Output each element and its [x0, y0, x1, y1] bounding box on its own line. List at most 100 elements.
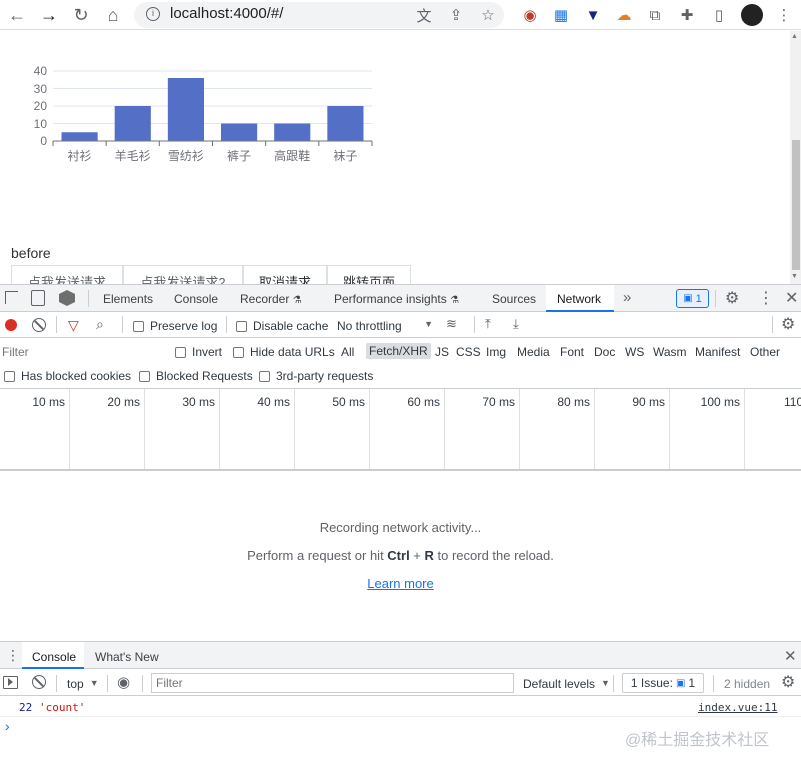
import-har-icon[interactable]: ⤒	[485, 316, 491, 332]
third-party-option[interactable]: 3rd-party requests	[259, 369, 373, 383]
type-filter-other[interactable]: Other	[750, 345, 780, 359]
console-sidebar-icon[interactable]	[3, 676, 18, 689]
type-filter-font[interactable]: Font	[560, 345, 584, 359]
tab-console[interactable]: Console	[174, 292, 218, 306]
settings-gear-icon[interactable]: ⚙	[725, 288, 739, 308]
bar-5[interactable]	[327, 106, 364, 141]
issues-badge[interactable]: ▣ 1	[676, 289, 709, 308]
console-settings-gear-icon[interactable]: ⚙	[781, 672, 795, 692]
extensions-puzzle-icon[interactable]: ✚	[677, 5, 697, 25]
network-settings-gear-icon[interactable]: ⚙	[781, 314, 795, 334]
extension-copy-icon[interactable]: ⧉	[645, 5, 665, 25]
invert-checkbox[interactable]	[175, 346, 186, 358]
console-issues-button[interactable]: 1 Issue: ▣ 1	[622, 673, 704, 693]
send-request-2-button[interactable]: 点我发送请求2	[123, 265, 243, 284]
extension-cloud-icon[interactable]: ☁	[614, 5, 634, 25]
network-conditions-wifi-icon[interactable]: ≋	[446, 316, 457, 332]
forward-arrow-icon[interactable]: →	[38, 4, 60, 26]
devtools-menu-icon[interactable]: ⋮	[758, 288, 774, 308]
translate-icon[interactable]: 文	[414, 5, 434, 25]
network-filter-input[interactable]	[0, 343, 162, 361]
inspect-element-icon[interactable]	[5, 291, 18, 304]
preserve-log-option[interactable]: Preserve log	[133, 319, 217, 333]
drawer-menu-icon[interactable]: ⋮	[6, 647, 20, 664]
scroll-up-icon[interactable]: ▲	[791, 33, 798, 40]
type-filter-doc[interactable]: Doc	[594, 345, 615, 359]
toolbar-separator	[122, 316, 123, 333]
close-drawer-icon[interactable]: ✕	[784, 647, 797, 665]
log-source-link[interactable]: index.vue:11	[698, 701, 777, 714]
log-levels-select[interactable]: Default levels ▼	[523, 677, 610, 691]
blocked-requests-checkbox[interactable]	[139, 370, 150, 382]
type-filter-js[interactable]: JS	[435, 345, 449, 359]
context-select[interactable]: top ▼	[67, 677, 99, 691]
extension-apps-icon[interactable]: ▦	[551, 5, 571, 25]
page-scrollbar-thumb[interactable]	[792, 140, 800, 270]
extension-mail-icon[interactable]: ◉	[520, 5, 540, 25]
record-icon[interactable]	[5, 319, 17, 331]
invert-option[interactable]: Invert	[175, 345, 222, 359]
clear-console-icon[interactable]	[32, 675, 46, 689]
clear-icon[interactable]	[32, 318, 46, 332]
cancel-request-button[interactable]: 取消请求	[243, 265, 327, 284]
tab-performance-insights[interactable]: Performance insights ⚗	[334, 292, 459, 306]
bar-2[interactable]	[167, 78, 204, 141]
bar-3[interactable]	[221, 123, 258, 142]
drawer-tab-whats-new[interactable]: What's New	[95, 650, 159, 664]
bookmark-star-icon[interactable]: ☆	[478, 5, 498, 25]
filter-funnel-icon[interactable]: ▽	[68, 317, 79, 334]
export-har-icon[interactable]: ⤓	[513, 316, 519, 332]
extension-download-icon[interactable]: ▼	[583, 5, 603, 25]
more-tabs-icon[interactable]: »	[623, 289, 631, 306]
menu-kebab-icon[interactable]: ⋮	[774, 5, 794, 25]
disable-cache-option[interactable]: Disable cache	[236, 319, 328, 333]
tab-sources[interactable]: Sources	[492, 292, 536, 306]
type-filter-media[interactable]: Media	[517, 345, 550, 359]
tab-recorder[interactable]: Recorder ⚗	[240, 292, 302, 306]
live-expression-eye-icon[interactable]: ◉	[117, 673, 130, 691]
console-prompt-icon[interactable]: ›	[5, 718, 10, 734]
device-toolbar-icon[interactable]	[31, 290, 45, 306]
navigate-page-button[interactable]: 跳转页面	[327, 265, 411, 284]
page-viewport: 40 30 20 10 0 衬衫 羊毛衫 雪纺衫 裤子 高跟鞋 袜子 before 点我发送请求 …	[0, 31, 790, 284]
type-filter-ws[interactable]: WS	[625, 345, 644, 359]
scroll-down-icon[interactable]: ▼	[791, 273, 798, 280]
hide-data-urls-option[interactable]: Hide data URLs	[233, 345, 335, 359]
devtools-panel: Elements Console Recorder ⚗ Performance …	[0, 284, 801, 766]
blocked-cookies-option[interactable]: Has blocked cookies	[4, 369, 131, 383]
type-filter-manifest[interactable]: Manifest	[695, 345, 740, 359]
tab-network[interactable]: Network	[557, 292, 601, 306]
tab-elements[interactable]: Elements	[103, 292, 153, 306]
learn-more-link[interactable]: Learn more	[367, 576, 433, 591]
url-text[interactable]: localhost:4000/#/	[170, 5, 283, 22]
search-icon[interactable]: ⌕	[96, 316, 104, 333]
drawer-tab-console[interactable]: Console	[32, 650, 76, 664]
type-filter-img[interactable]: Img	[486, 345, 506, 359]
bar-1[interactable]	[114, 106, 151, 141]
preserve-log-checkbox[interactable]	[133, 320, 144, 332]
third-party-checkbox[interactable]	[259, 370, 270, 382]
disable-cache-checkbox[interactable]	[236, 320, 247, 332]
type-filter-wasm[interactable]: Wasm	[653, 345, 687, 359]
back-arrow-icon[interactable]: ←	[6, 4, 28, 26]
bar-0[interactable]	[61, 132, 98, 141]
console-filter-input[interactable]	[151, 673, 514, 693]
type-filter-fetchxhr[interactable]: Fetch/XHR	[366, 343, 431, 359]
x-axis-ticks	[52, 141, 373, 146]
share-icon[interactable]: ⇪	[446, 5, 466, 25]
profile-avatar[interactable]	[741, 4, 763, 26]
send-request-button[interactable]: 点我发送请求	[11, 265, 123, 284]
hide-data-urls-checkbox[interactable]	[233, 346, 244, 358]
reload-icon[interactable]: ↻	[70, 4, 92, 26]
y-tick-label: 30	[33, 81, 47, 96]
type-filter-all[interactable]: All	[341, 345, 354, 359]
blocked-cookies-checkbox[interactable]	[4, 370, 15, 382]
bar-4[interactable]	[274, 123, 311, 142]
type-filter-css[interactable]: CSS	[456, 345, 481, 359]
side-panel-icon[interactable]: ▯	[709, 5, 729, 25]
throttling-select[interactable]: No throttling ▼	[337, 319, 433, 333]
close-devtools-icon[interactable]: ✕	[785, 288, 798, 308]
home-icon[interactable]: ⌂	[102, 4, 124, 26]
blocked-requests-option[interactable]: Blocked Requests	[139, 369, 253, 383]
site-info-icon[interactable]: i	[146, 7, 160, 21]
